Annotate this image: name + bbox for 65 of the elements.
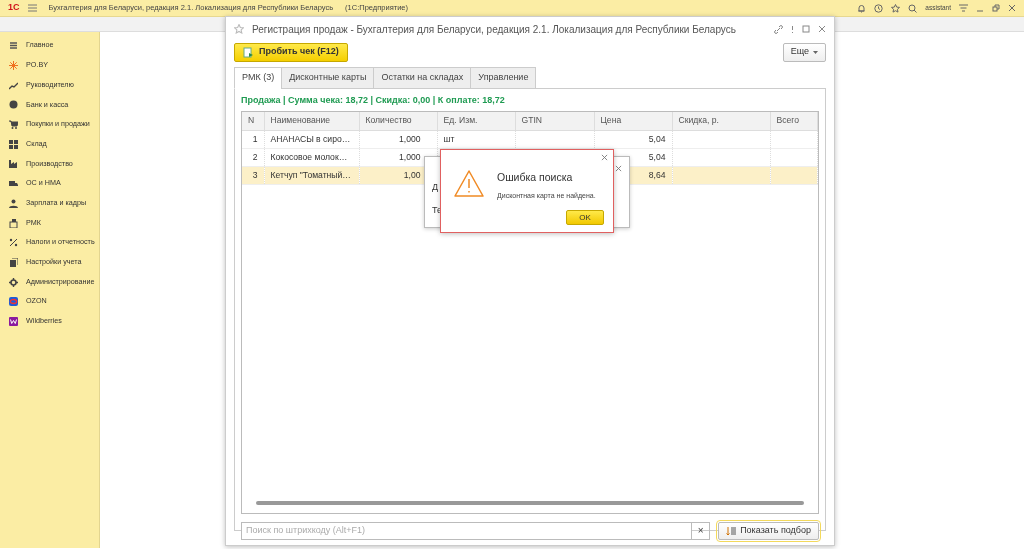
star-icon[interactable]	[891, 3, 901, 13]
column-header[interactable]: Цена	[600, 115, 622, 126]
grid-icon	[9, 139, 18, 149]
table-cell: 5,04	[648, 134, 666, 145]
table-cell: 1	[252, 134, 258, 145]
table-cell: шт	[443, 134, 455, 145]
more-button[interactable]: Еще	[782, 42, 826, 62]
more-icon[interactable]	[791, 24, 794, 34]
cart-icon	[9, 120, 18, 130]
table-cell: 2	[252, 152, 258, 163]
menu-icon[interactable]	[27, 4, 37, 12]
bell-icon[interactable]	[857, 3, 867, 13]
ozon-icon	[9, 297, 18, 307]
restore-icon[interactable]	[992, 4, 1000, 12]
book-icon	[9, 257, 18, 267]
table-cell: 8,64	[648, 170, 666, 181]
list-icon	[726, 525, 737, 536]
barcode-search-field[interactable]: Поиск по штрихкоду (Alt+F1) ×	[241, 521, 711, 540]
factory-icon	[9, 159, 18, 169]
coin-icon	[9, 100, 18, 110]
close-icon[interactable]	[1008, 4, 1016, 12]
table-cell: 1,000	[399, 134, 421, 145]
tab[interactable]: Остатки на складах	[373, 67, 472, 89]
table-cell: Кокосовое молок…	[270, 152, 348, 163]
close-icon[interactable]	[601, 154, 608, 161]
dialog-title: Ошибка поиска	[497, 170, 573, 185]
close-icon[interactable]	[818, 25, 826, 33]
tab[interactable]: РМК (3)	[234, 67, 283, 89]
tab[interactable]: Дисконтные карты	[281, 67, 375, 89]
summary-line: Продажа | Сумма чека: 18,72 | Скидка: 0,00 | К оплате: 18,72	[241, 93, 506, 107]
search-icon[interactable]	[908, 3, 918, 13]
link-icon[interactable]	[774, 24, 783, 34]
list-icon	[9, 41, 18, 51]
gear-icon	[9, 277, 18, 287]
register-icon	[9, 218, 18, 228]
wb-icon	[9, 316, 18, 326]
percent-icon	[9, 238, 18, 248]
close-icon[interactable]	[615, 165, 622, 172]
table-cell: 3	[252, 170, 258, 181]
tab[interactable]: Управление	[470, 67, 537, 89]
column-header[interactable]: N	[248, 115, 255, 126]
receipt-icon	[243, 46, 254, 58]
ok-button[interactable]: OK	[566, 210, 604, 225]
history-icon[interactable]	[874, 3, 884, 13]
table-cell: 1,00	[403, 170, 421, 181]
caret-icon	[813, 50, 818, 54]
table-cell: АНАНАСЫ в сиро…	[270, 134, 351, 145]
show-selection-button[interactable]: Показать подбор	[718, 521, 819, 540]
table-cell: 1,000	[399, 152, 421, 163]
chart-icon	[9, 80, 18, 90]
table-cell: Кетчуп "Томатный…	[270, 170, 351, 181]
column-header[interactable]: GTIN	[521, 115, 543, 126]
form-title: Регистрация продаж - Бухгалтерия для Беларуси, редакция 2.1. Локализация для Республики Беларусь	[252, 22, 736, 37]
logo: 1С	[8, 1, 20, 15]
person-icon	[9, 198, 18, 208]
field-label: Д	[432, 181, 439, 194]
sun-icon	[9, 61, 18, 71]
maximize-icon[interactable]	[802, 25, 810, 33]
print-receipt-button[interactable]: Пробить чек (F12)	[234, 42, 348, 62]
warning-icon	[454, 170, 484, 197]
table-cell: 5,04	[648, 152, 666, 163]
truck-icon	[9, 179, 18, 189]
star-icon[interactable]	[234, 24, 244, 34]
clear-button[interactable]: ×	[691, 522, 710, 539]
settings-menu-icon[interactable]	[959, 4, 968, 12]
